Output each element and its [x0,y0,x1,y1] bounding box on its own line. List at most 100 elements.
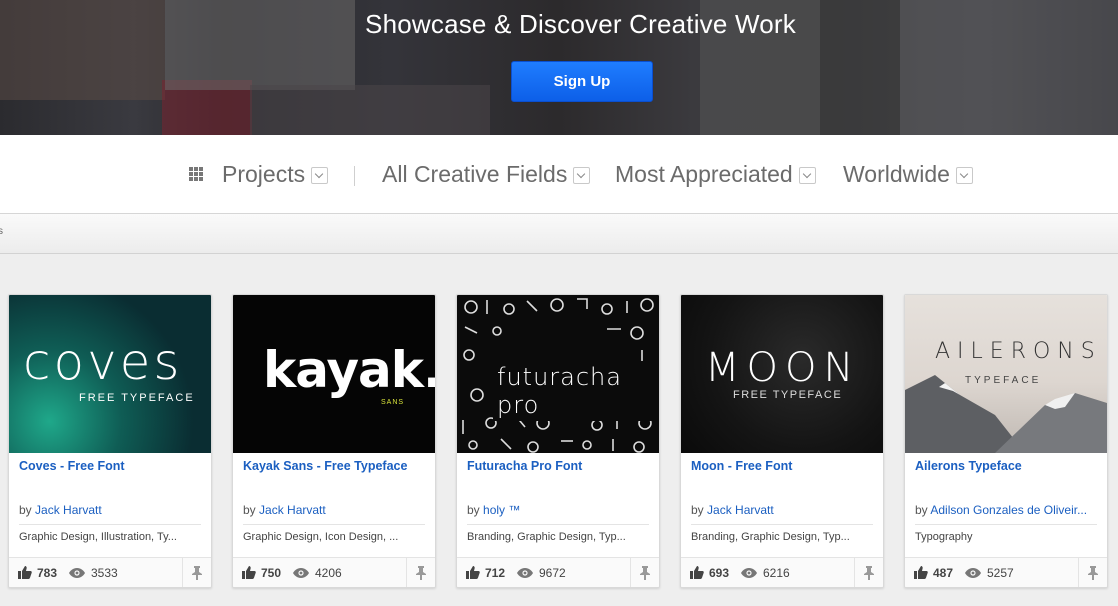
owner-link[interactable]: Jack Harvatt [259,503,326,517]
project-card[interactable]: coves FREE TYPEFACE Coves - Free Font by… [8,294,212,588]
thumbs-up-icon [466,566,480,579]
hero-bg-tile [250,85,490,135]
add-to-collection-button[interactable] [854,558,883,587]
eye-icon [69,568,85,578]
owner-link[interactable]: holy ™ [483,503,520,517]
project-fields: Branding, Graphic Design, Typ... [691,531,850,543]
project-thumbnail[interactable]: kayak. SANS [233,295,435,453]
thumbnail-text: MOON [705,345,861,391]
pin-icon [864,566,874,580]
project-thumbnail[interactable]: AILERONS TYPEFACE [905,295,1107,453]
project-owner: by Jack Harvatt [19,503,204,517]
project-fields: Graphic Design, Illustration, Ty... [19,531,177,543]
project-title[interactable]: Ailerons Typeface [915,459,1022,473]
owner-link[interactable]: Adilson Gonzales de Oliveir... [930,503,1087,517]
chevron-down-icon [955,167,973,184]
thumbnail-text: coves [23,333,183,391]
filter-projects[interactable]: Projects [222,160,329,188]
project-owner: by Jack Harvatt [691,503,876,517]
project-fields: Typography [915,531,973,543]
project-fields: Branding, Graphic Design, Typ... [467,531,626,543]
thumbnail-text: kayak. [263,341,435,399]
project-card[interactable]: AILERONS TYPEFACE Ailerons Typeface by A… [904,294,1108,588]
appreciation-count: 693 [709,566,730,580]
project-thumbnail[interactable]: coves FREE TYPEFACE [9,295,211,453]
owner-link[interactable]: Jack Harvatt [707,503,774,517]
project-card[interactable]: futuracha pro Futuracha Pro Font by holy… [456,294,660,588]
owner-link[interactable]: Jack Harvatt [35,503,102,517]
filter-creative-fields-label: All Creative Fields [382,161,568,187]
pin-icon [416,566,426,580]
card-divider [19,524,201,525]
appreciation-count: 712 [485,566,506,580]
add-to-collection-button[interactable] [630,558,659,587]
project-title[interactable]: Futuracha Pro Font [467,459,582,473]
sign-up-button[interactable]: Sign Up [511,61,653,102]
eye-icon [293,568,309,578]
card-stats: 783 3533 [9,557,211,587]
view-count: 5257 [987,566,1014,580]
project-owner: by Adilson Gonzales de Oliveir... [915,503,1100,517]
eye-icon [517,568,533,578]
card-divider [467,524,649,525]
sub-toolbar-text: s [0,226,3,237]
project-owner: by holy ™ [467,503,652,517]
eye-icon [741,568,757,578]
thumbnail-mountains [905,375,1107,453]
card-divider [915,524,1097,525]
card-stats: 693 6216 [681,557,883,587]
card-stats: 750 4206 [233,557,435,587]
pin-icon [640,566,650,580]
filter-projects-label: Projects [222,161,306,187]
project-title[interactable]: Coves - Free Font [19,459,125,473]
view-count: 4206 [315,566,342,580]
eye-icon [965,568,981,578]
card-stats: 487 5257 [905,557,1107,587]
filter-sort-label: Most Appreciated [615,161,793,187]
thumbnail-text: futuracha pro [493,361,659,421]
filter-sort[interactable]: Most Appreciated [615,160,816,188]
appreciation-count: 783 [37,566,58,580]
owner-prefix: by [915,503,928,517]
project-thumbnail[interactable]: MOON FREE TYPEFACE [681,295,883,453]
chevron-down-icon [311,167,329,184]
project-card[interactable]: MOON FREE TYPEFACE Moon - Free Font by J… [680,294,884,588]
appreciation-count: 750 [261,566,282,580]
project-owner: by Jack Harvatt [243,503,428,517]
thumbnail-subtext: TYPEFACE [965,375,1042,386]
thumbnail-subtext: FREE TYPEFACE [79,392,195,404]
add-to-collection-button[interactable] [182,558,211,587]
hero-title: Showcase & Discover Creative Work [365,9,796,39]
add-to-collection-button[interactable] [1078,558,1107,587]
filter-divider [354,166,355,186]
thumbs-up-icon [242,566,256,579]
grid-icon [189,167,203,181]
pin-icon [192,566,202,580]
project-title[interactable]: Moon - Free Font [691,459,792,473]
thumbnail-subtext: SANS [381,399,405,406]
card-divider [691,524,873,525]
thumbnail-text: AILERONS [935,339,1102,364]
add-to-collection-button[interactable] [406,558,435,587]
view-count: 6216 [763,566,790,580]
project-card[interactable]: kayak. SANS Kayak Sans - Free Typeface b… [232,294,436,588]
project-title[interactable]: Kayak Sans - Free Typeface [243,459,407,473]
project-thumbnail[interactable]: futuracha pro [457,295,659,453]
owner-prefix: by [243,503,256,517]
filter-creative-fields[interactable]: All Creative Fields [382,160,591,188]
sub-toolbar: s [0,214,1118,254]
thumbnail-subtext: FREE TYPEFACE [733,389,843,401]
card-divider [243,524,425,525]
filter-location-label: Worldwide [843,161,950,187]
view-count: 9672 [539,566,566,580]
pin-icon [1088,566,1098,580]
appreciation-count: 487 [933,566,954,580]
chevron-down-icon [573,167,591,184]
view-count: 3533 [91,566,118,580]
chevron-down-icon [798,167,816,184]
filter-location[interactable]: Worldwide [843,160,973,188]
thumbs-up-icon [690,566,704,579]
card-stats: 712 9672 [457,557,659,587]
project-fields: Graphic Design, Icon Design, ... [243,531,399,543]
owner-prefix: by [19,503,32,517]
